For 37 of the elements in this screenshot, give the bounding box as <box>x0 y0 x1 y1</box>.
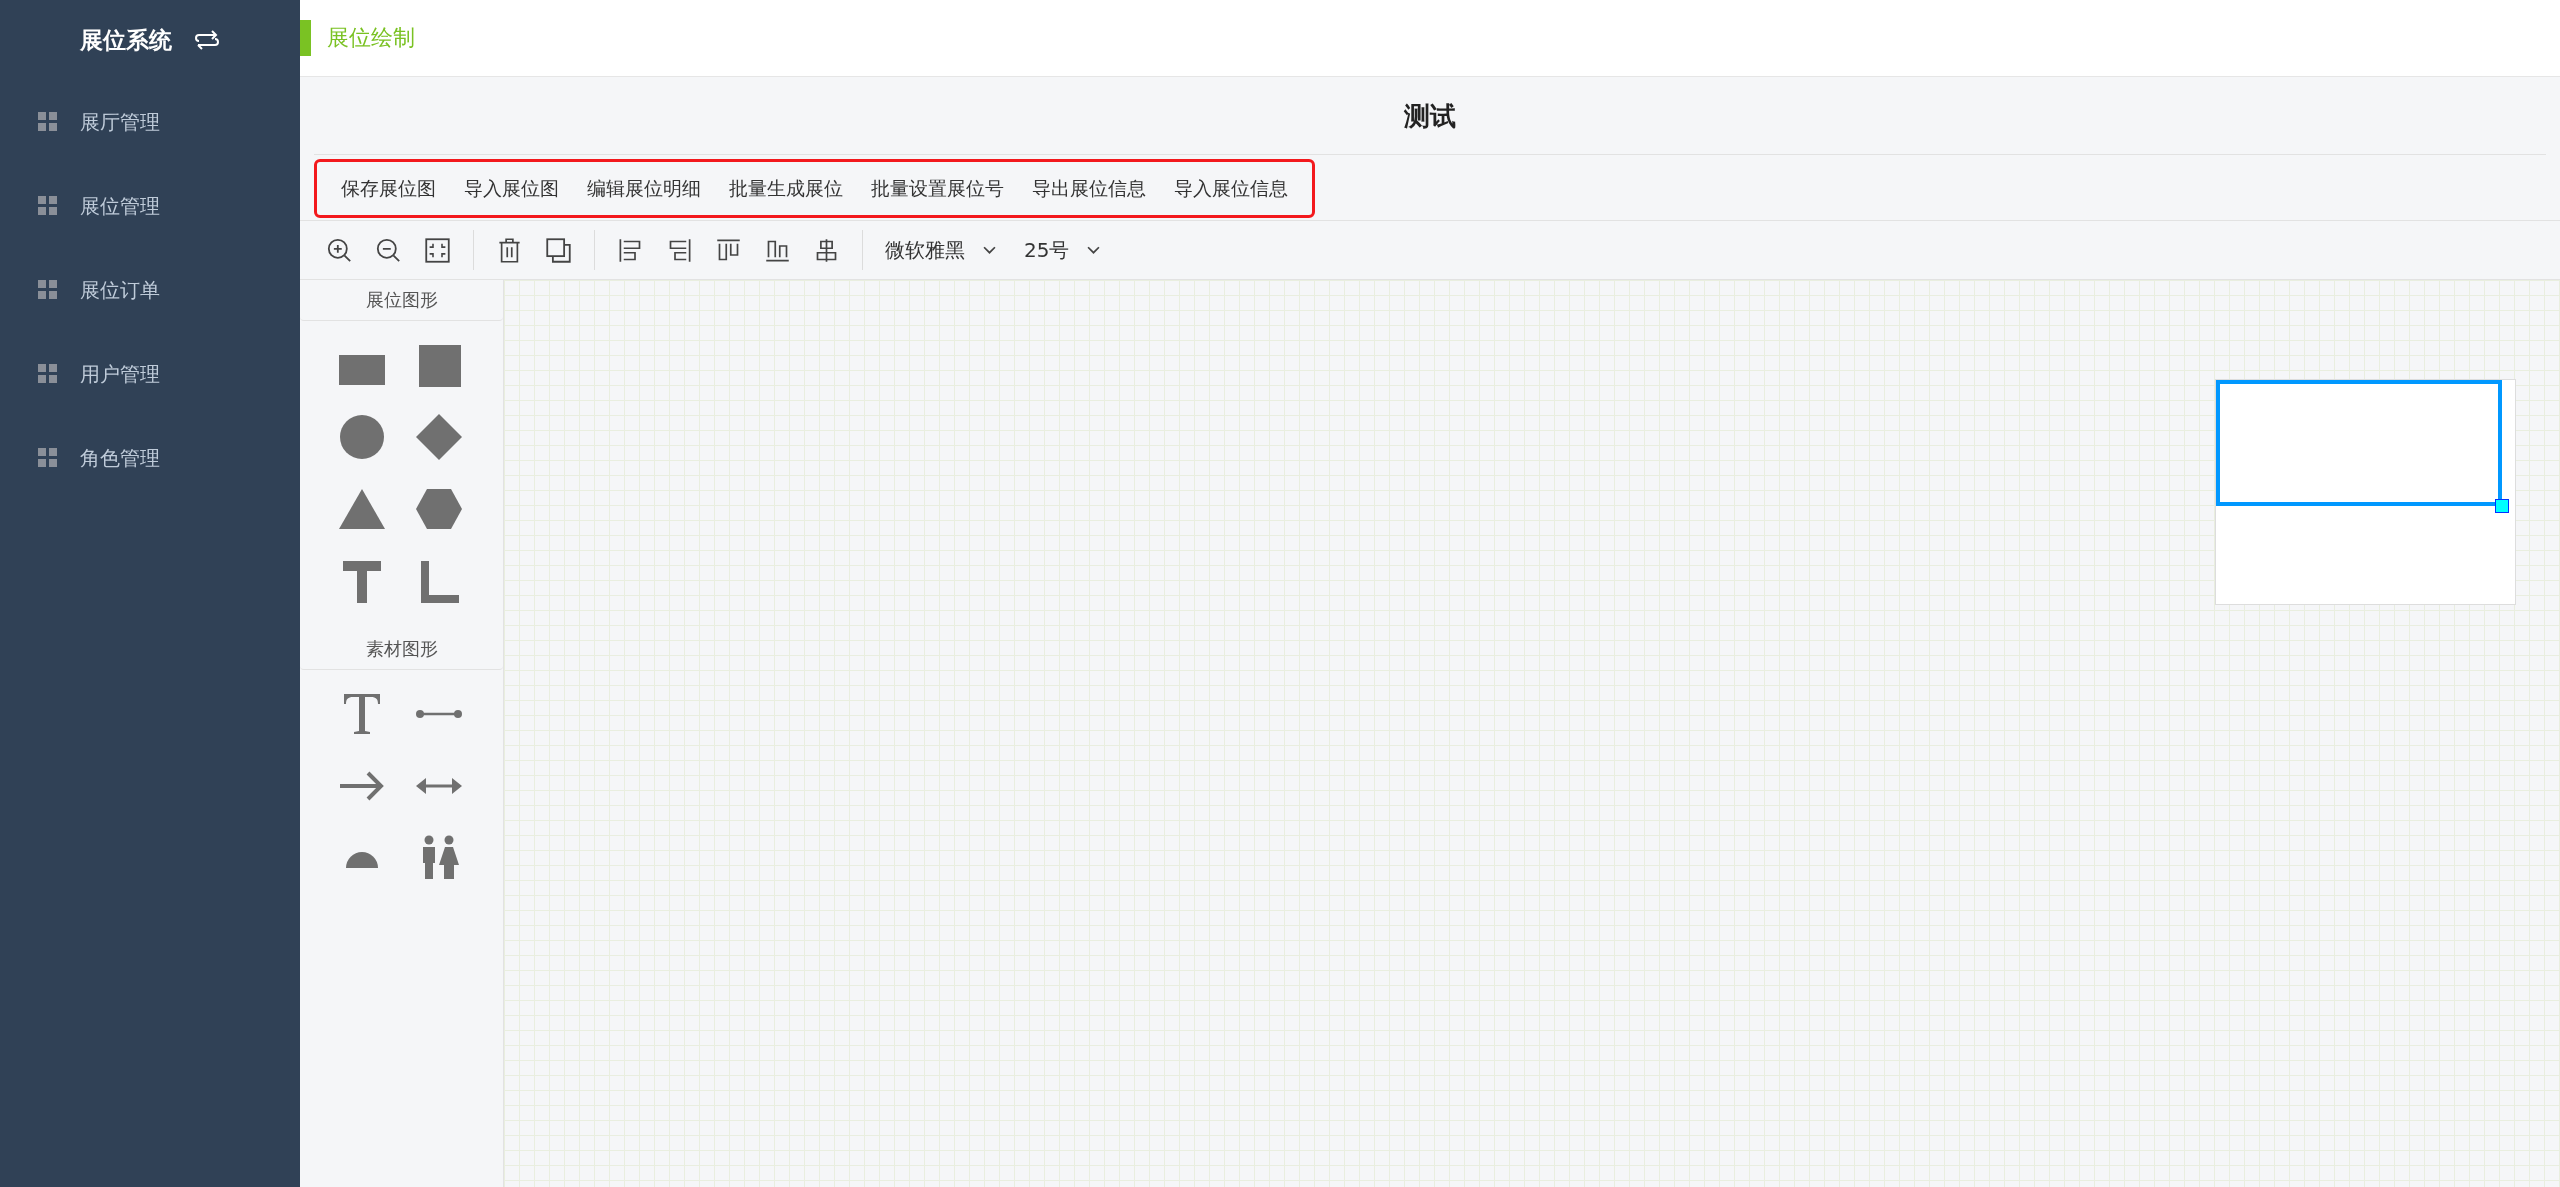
font-select[interactable]: 微软雅黑 <box>885 236 996 264</box>
swap-icon[interactable] <box>194 29 220 51</box>
action-button[interactable]: 批量生成展位 <box>715 168 857 209</box>
copy-icon[interactable] <box>545 236 572 264</box>
resize-handle[interactable] <box>2495 499 2509 513</box>
sidebar-item[interactable]: 展位管理 <box>0 164 300 248</box>
action-button[interactable]: 保存展位图 <box>327 168 450 209</box>
font-size-select[interactable]: 25号 <box>1024 236 1101 264</box>
chevron-down-icon <box>983 245 996 255</box>
grid-icon <box>38 364 58 384</box>
chevron-down-icon <box>1087 245 1101 255</box>
grid-icon <box>38 448 58 468</box>
fit-screen-icon[interactable] <box>424 236 451 264</box>
delete-icon[interactable] <box>496 236 523 264</box>
page-title: 测试 <box>314 77 2546 155</box>
action-button[interactable]: 导入展位图 <box>450 168 573 209</box>
grid-icon <box>38 112 58 132</box>
palette-section-title: 素材图形 <box>300 629 503 670</box>
app-title: 展位系统 <box>80 25 172 55</box>
action-button[interactable]: 批量设置展位号 <box>857 168 1018 209</box>
accent-bar <box>300 20 311 56</box>
sidebar-item[interactable]: 用户管理 <box>0 332 300 416</box>
booth-rectangle[interactable] <box>2216 380 2502 506</box>
diamond-icon[interactable] <box>414 413 463 461</box>
sidebar-item[interactable]: 角色管理 <box>0 416 300 500</box>
action-button[interactable]: 导出展位信息 <box>1018 168 1160 209</box>
grid-icon <box>38 280 58 300</box>
circle-icon[interactable] <box>338 413 386 461</box>
zoom-out-icon[interactable] <box>375 236 402 264</box>
booth-shape[interactable] <box>2215 379 2516 605</box>
palette-section-title: 展位图形 <box>300 280 503 321</box>
sidebar-item[interactable]: 展位订单 <box>0 248 300 332</box>
grid-icon <box>38 196 58 216</box>
sidebar-item[interactable]: 展厅管理 <box>0 80 300 164</box>
zoom-in-icon[interactable] <box>326 236 353 264</box>
action-button[interactable]: 编辑展位明细 <box>573 168 715 209</box>
action-button[interactable]: 导入展位信息 <box>1160 168 1302 209</box>
